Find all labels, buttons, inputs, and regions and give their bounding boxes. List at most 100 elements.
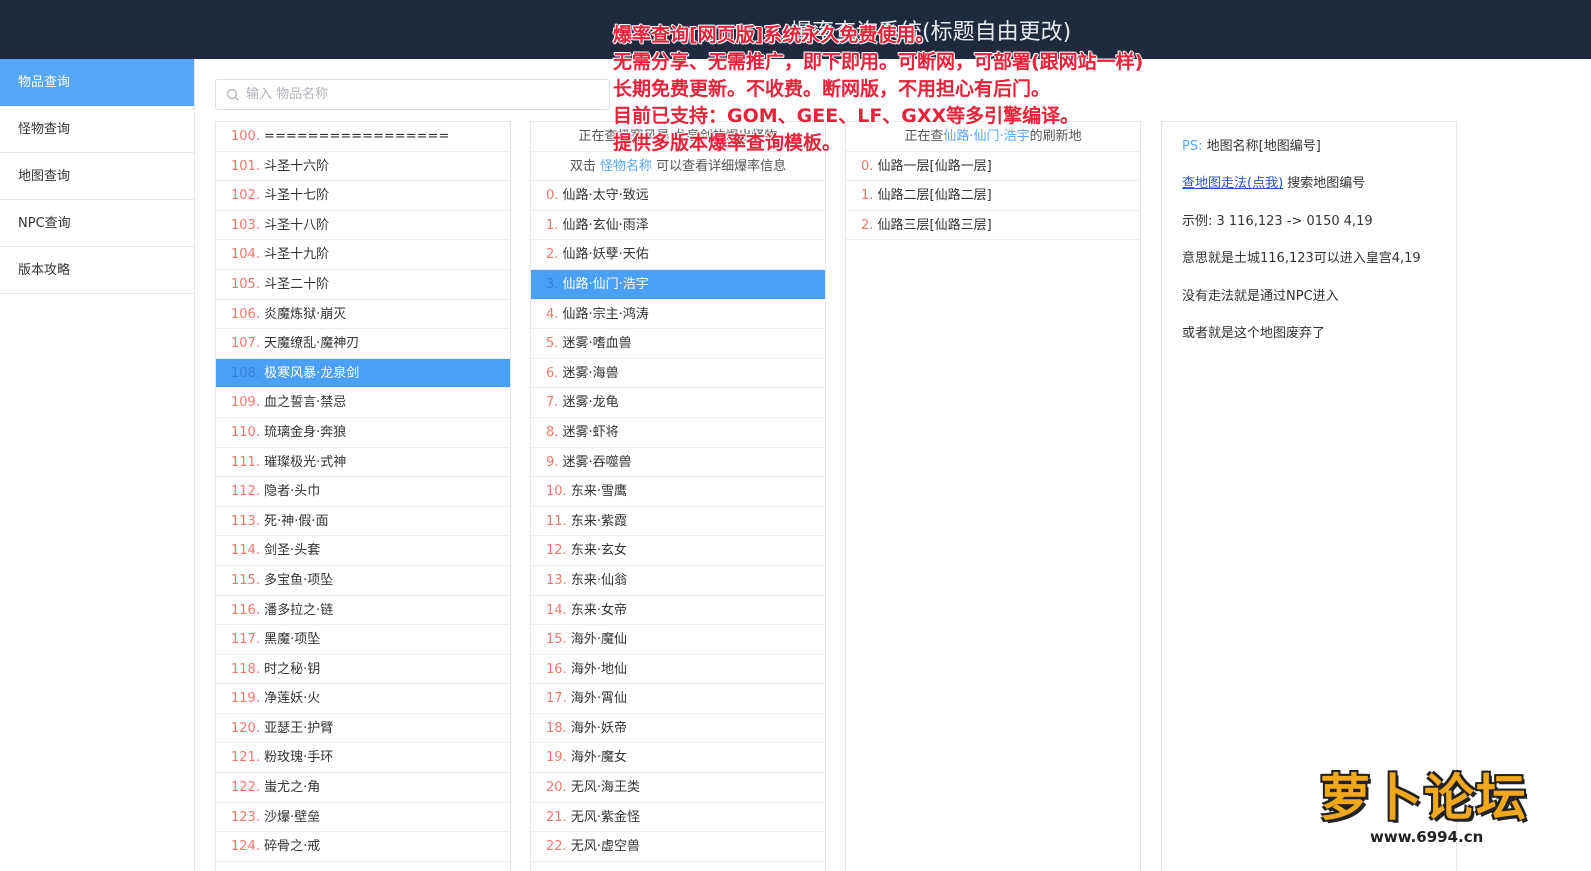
- row-index: 17.: [546, 691, 567, 707]
- monsters_list-row[interactable]: 22. 无风·虚空兽: [531, 832, 825, 862]
- items_list-row[interactable]: 106. 炎魔炼狱·崩灭: [216, 300, 510, 330]
- items_list-row[interactable]: 121. 粉玫瑰·手环: [216, 743, 510, 774]
- meaning-line: 意思就是土城116,123可以进入皇宫4,19: [1182, 251, 1421, 267]
- monsters_list-row[interactable]: 21. 无风·紫金怪: [531, 803, 825, 833]
- row-name: 死·神·假·面: [259, 513, 329, 529]
- row-name: 海外·妖帝: [566, 720, 627, 736]
- sidebar-nav: 物品查询 怪物查询 地图查询 NPC查询 版本攻略: [0, 59, 195, 871]
- maps_list-row[interactable]: 2. 仙路三层[仙路三层]: [846, 211, 1140, 241]
- items_list-row[interactable]: 108. 极寒风暴·龙泉剑: [216, 358, 510, 389]
- map-route-link[interactable]: 查地图走法(点我): [1182, 176, 1283, 191]
- monsters_list-row[interactable]: 13. 东来·仙翁: [531, 566, 825, 596]
- items_list-row[interactable]: 117. 黑魔·项坠: [216, 625, 510, 655]
- monsters_list-row[interactable]: 2. 仙路·妖孽·天佑: [531, 240, 825, 270]
- monsters_list-row[interactable]: 15. 海外·魔仙: [531, 625, 825, 655]
- sidebar-item-guide[interactable]: 版本攻略: [0, 247, 194, 294]
- row-name: 海外·魔女: [566, 750, 627, 766]
- row-index: 118.: [231, 661, 260, 677]
- monsters_list-row[interactable]: 17. 海外·霄仙: [531, 684, 825, 714]
- monsters_list-row[interactable]: 6. 迷雾·海兽: [531, 359, 825, 389]
- items_list-row[interactable]: 109. 血之誓言·禁忌: [216, 388, 510, 418]
- row-name: 斗圣十九阶: [259, 247, 330, 263]
- monsters_list-row[interactable]: 20. 无风·海王类: [531, 773, 825, 803]
- watermark-logo: 萝卜论坛 www.6994.cn: [1320, 758, 1550, 858]
- row-index: 100.: [231, 129, 260, 144]
- row-name: 仙路三层[仙路三层]: [873, 217, 992, 233]
- items_list-row[interactable]: 114. 剑圣·头套: [216, 536, 510, 566]
- monsters-list-panel: 正在查极寒风暴·龙泉剑的爆出怪物 双击 怪物名称 可以查看详细爆率信息 0. 仙…: [530, 121, 826, 871]
- maps-list-panel: 正在查仙路·仙门·浩宇的刷新地 0. 仙路一层[仙路一层] 1. 仙路二层[仙路二…: [845, 121, 1141, 871]
- items_list-row[interactable]: 113. 死·神·假·面: [216, 507, 510, 537]
- row-index: 2.: [546, 247, 559, 263]
- sidebar-item-items[interactable]: 物品查询: [0, 59, 194, 106]
- row-name: 炎魔炼狱·崩灭: [259, 306, 347, 322]
- row-name: 东来·紫霞: [566, 513, 627, 529]
- monsters_list-row[interactable]: 7. 迷雾·龙龟: [531, 388, 825, 418]
- items_list-row[interactable]: 120. 亚瑟王·护臂: [216, 714, 510, 744]
- monsters_list-row[interactable]: 11. 东来·紫霞: [531, 507, 825, 537]
- items_list-row[interactable]: 111. 璀璨极光·式神: [216, 448, 510, 478]
- items_list-row[interactable]: 112. 隐者·头巾: [216, 477, 510, 507]
- monsters_list-row[interactable]: 12. 东来·玄女: [531, 536, 825, 566]
- row-name: 迷雾·虾将: [558, 424, 619, 440]
- monsters_list-row[interactable]: 0. 仙路·太守·致远: [531, 181, 825, 211]
- row-index: 124.: [231, 839, 260, 855]
- monsters_list-row[interactable]: 16. 海外·地仙: [531, 655, 825, 685]
- monsters_list-row[interactable]: 18. 海外·妖帝: [531, 714, 825, 744]
- items_list-row[interactable]: 102. 斗圣十七阶: [216, 181, 510, 211]
- sidebar-item-monsters[interactable]: 怪物查询: [0, 106, 194, 153]
- monsters_list-row[interactable]: 5. 迷雾·嗜血兽: [531, 329, 825, 359]
- sidebar-item-npc[interactable]: NPC查询: [0, 200, 194, 247]
- sidebar-item-maps[interactable]: 地图查询: [0, 153, 194, 200]
- monsters_list-row[interactable]: 19. 海外·魔女: [531, 743, 825, 774]
- items_list-row[interactable]: 100. =================: [216, 122, 510, 152]
- row-name: 无风·紫金怪: [566, 809, 640, 825]
- link-line: 查地图走法(点我) 搜索地图编号: [1182, 165, 1436, 202]
- items_list-row[interactable]: 123. 沙爆·壁垒: [216, 803, 510, 833]
- row-index: 110.: [231, 424, 260, 440]
- items_list-row[interactable]: 104. 斗圣十九阶: [216, 240, 510, 270]
- items_list-row[interactable]: 101. 斗圣十六阶: [216, 152, 510, 182]
- items_list-row[interactable]: 105. 斗圣二十阶: [216, 270, 510, 300]
- monsters_list-row[interactable]: 9. 迷雾·吞噬兽: [531, 448, 825, 478]
- row-index: 109.: [231, 395, 260, 411]
- search-input[interactable]: [246, 80, 601, 109]
- row-index: 103.: [231, 217, 260, 233]
- promo-line: 提供多版本爆率查询模板。: [613, 132, 842, 154]
- monsters_list-row[interactable]: 4. 仙路·宗主·鸿涛: [531, 300, 825, 330]
- row-name: 迷雾·嗜血兽: [558, 336, 632, 352]
- monsters_list-row[interactable]: 8. 迷雾·虾将: [531, 418, 825, 448]
- row-index: 12.: [546, 543, 567, 559]
- items_list-row[interactable]: 116. 潘多拉之·链: [216, 596, 510, 626]
- hint-suffix: 可以查看详细爆率信息: [656, 158, 787, 174]
- monsters_list-row[interactable]: 14. 东来·女帝: [531, 596, 825, 626]
- items_list-row[interactable]: 107. 天魔缭乱·魔神刃: [216, 329, 510, 359]
- search-icon: [226, 88, 239, 101]
- monsters_list-row[interactable]: 10. 东来·雪鹰: [531, 477, 825, 507]
- row-name: 斗圣十六阶: [259, 158, 330, 174]
- monsters_list-row[interactable]: 3. 仙路·仙门·浩宇: [531, 269, 825, 300]
- row-name: 隐者·头巾: [259, 484, 321, 500]
- promo-line: 无需分享、无需推广，即下即用。可断网，可部署(跟网站一样): [613, 51, 1144, 73]
- row-index: 15.: [546, 632, 567, 648]
- row-index: 106.: [231, 306, 260, 322]
- row-index: 6.: [546, 365, 559, 381]
- row-name: 仙路二层[仙路二层]: [873, 188, 992, 204]
- items_list-row[interactable]: 122. 蚩尤之·角: [216, 773, 510, 803]
- promo-line: 目前已支持：GOM、GEE、LF、GXX等多引擎编译。: [613, 105, 1080, 127]
- row-index: 5.: [546, 336, 559, 352]
- items_list-row[interactable]: 118. 时之秘·钥: [216, 655, 510, 685]
- monsters_list-row[interactable]: 1. 仙路·玄仙·雨泽: [531, 211, 825, 241]
- row-index: 16.: [546, 661, 567, 677]
- items_list-row[interactable]: 119. 净莲妖·火: [216, 684, 510, 714]
- search-box[interactable]: [215, 79, 610, 110]
- items_list-row[interactable]: 103. 斗圣十八阶: [216, 211, 510, 241]
- maps_list-row[interactable]: 1. 仙路二层[仙路二层]: [846, 181, 1140, 211]
- items_list-row[interactable]: 124. 碎骨之·戒: [216, 832, 510, 862]
- row-index: 116.: [231, 602, 260, 618]
- watermark-url: www.6994.cn: [1370, 828, 1484, 846]
- items_list-row[interactable]: 115. 多宝鱼·项坠: [216, 566, 510, 596]
- row-index: 104.: [231, 247, 260, 263]
- items_list-row[interactable]: 110. 琉璃金身·奔狼: [216, 418, 510, 448]
- row-name: 海外·霄仙: [566, 691, 627, 707]
